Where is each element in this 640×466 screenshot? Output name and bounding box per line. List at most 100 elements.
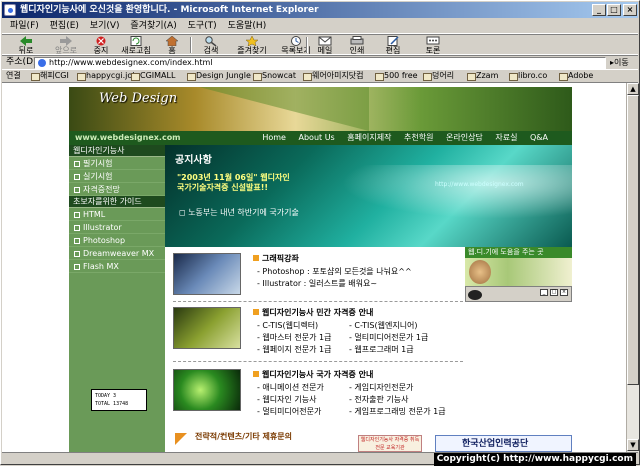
nav-qna[interactable]: Q&A: [530, 133, 548, 142]
link-item[interactable]: 해피CGI: [30, 70, 69, 82]
vertical-scrollbar[interactable]: ▲ ▼: [626, 83, 639, 452]
section-title[interactable]: 웹디자인기능사 국가 자격증 안내: [253, 369, 373, 380]
stop-icon: [94, 36, 108, 46]
search-icon: [204, 36, 218, 47]
toolbar: 뒤로 앞으로 중지 새로고침 홈 검색 즐겨찾기 목록보기 메일 인쇄 편집 토…: [2, 34, 638, 55]
sidebar-category[interactable]: 초보자를위한 가이드: [69, 196, 165, 208]
link-item[interactable]: 500 free: [374, 70, 418, 82]
back-button[interactable]: 뒤로: [6, 35, 46, 55]
sidebar-item[interactable]: Illustrator: [69, 221, 165, 234]
sidebar-category[interactable]: 웹디자인기능사: [69, 145, 165, 157]
sidebar-item[interactable]: Flash MX: [69, 260, 165, 273]
hero-url: http://www.webdesignex.com: [435, 181, 524, 188]
back-icon: [19, 36, 33, 46]
ie-icon: [4, 4, 16, 16]
sidebar-item[interactable]: HTML: [69, 208, 165, 221]
discuss-icon: [426, 36, 440, 46]
visitor-counter: TODAY 3 TOTAL 13748: [91, 389, 147, 411]
menu-file[interactable]: 파일(F): [10, 21, 39, 31]
help-sites-banner[interactable]: [465, 258, 572, 286]
site-sidebar: 웹디자인기능사 필기시험 실기시험 자격증전망 초보자를위한 가이드 HTML …: [69, 145, 165, 452]
menu-help[interactable]: 도움말(H): [228, 21, 267, 31]
notice-body: ◻ 노동부는 내년 하반기에 국가기술: [179, 208, 299, 217]
address-label: 주소(D): [6, 57, 37, 67]
private-cert-thumbnail[interactable]: [173, 307, 241, 349]
help-sites-window[interactable]: _ □ ×: [465, 286, 572, 302]
nav-homepage[interactable]: 홈페이지제작: [347, 133, 391, 142]
minimize-icon[interactable]: _: [540, 289, 548, 296]
maximize-button[interactable]: □: [607, 4, 621, 16]
menu-edit[interactable]: 편집(E): [50, 21, 79, 31]
sidebar-item[interactable]: 실기시험: [69, 170, 165, 183]
sidebar-item[interactable]: 필기시험: [69, 157, 165, 170]
stop-button[interactable]: 중지: [86, 35, 116, 55]
notice-hero[interactable]: 공지사항 "2003년 11월 06일" 웹디자인 국가기술자격증 신설발표!!…: [165, 145, 572, 247]
maximize-icon[interactable]: □: [550, 289, 558, 296]
mail-icon: [318, 36, 332, 46]
partnership-banner[interactable]: 전략적/컨텐츠/기타 제휴문의: [173, 431, 343, 452]
section-title[interactable]: 그래픽강좌: [253, 253, 299, 264]
go-button[interactable]: ▸이동: [610, 56, 629, 69]
discuss-button[interactable]: 토론: [418, 35, 448, 55]
close-button[interactable]: ×: [623, 4, 637, 16]
nav-home[interactable]: Home: [262, 133, 286, 142]
history-icon: [289, 36, 303, 46]
search-button[interactable]: 검색: [196, 35, 226, 55]
print-button[interactable]: 인쇄: [344, 35, 370, 55]
favorites-icon: [245, 35, 259, 47]
scroll-up-button[interactable]: ▲: [627, 83, 639, 95]
link-item[interactable]: 덩어리: [422, 70, 454, 82]
address-input[interactable]: http://www.webdesignex.com/index.html: [34, 57, 606, 69]
mail-button[interactable]: 메일: [312, 35, 338, 55]
favorites-button[interactable]: 즐겨찾기: [230, 35, 274, 55]
link-item[interactable]: 웨어아미지닷컴: [302, 70, 364, 82]
refresh-button[interactable]: 새로고침: [116, 35, 156, 55]
scroll-down-button[interactable]: ▼: [627, 439, 639, 451]
browser-window: 웹디자인기능사에 오신것을 환영합니다. - Microsoft Interne…: [0, 0, 640, 466]
site-logo[interactable]: Web Design: [99, 91, 177, 106]
academy-banner[interactable]: 웹디자인기능사 자격증 취득 전문 교육기관: [358, 435, 422, 452]
national-cert-section: 웹디자인기능사 국가 자격증 안내 - 애니메이션 전문가 - 웹디자인 기능사…: [173, 369, 463, 419]
edit-button[interactable]: 편집: [378, 35, 408, 55]
private-cert-section: 웹디자인기능사 민간 자격증 안내 - C-TIS(웹디렉터) - 웹마스터 전…: [173, 307, 463, 355]
sidebar-item[interactable]: 자격증전망: [69, 183, 165, 196]
link-item[interactable]: Design Jungle: [186, 70, 251, 82]
nav-archive[interactable]: 자료실: [495, 133, 517, 142]
link-item[interactable]: Zzam: [466, 70, 498, 82]
title-bar[interactable]: 웹디자인기능사에 오신것을 환영합니다. - Microsoft Interne…: [2, 2, 638, 18]
menu-tools[interactable]: 도구(T): [188, 21, 217, 31]
home-icon: [165, 35, 179, 47]
graphics-thumbnail[interactable]: [173, 253, 241, 295]
menu-view[interactable]: 보기(V): [90, 21, 120, 31]
links-bar: 연결 해피CGI happycgi.job CGIMALL Design Jun…: [2, 70, 638, 83]
section-title[interactable]: 웹디자인기능사 민간 자격증 안내: [253, 307, 373, 318]
hrdkorea-banner[interactable]: 한국산업인력공단: [435, 435, 572, 452]
link-item[interactable]: libro.co: [508, 70, 547, 82]
forward-icon: [59, 36, 73, 46]
close-icon[interactable]: ×: [560, 289, 568, 296]
window-title: 웹디자인기능사에 오신것을 환영합니다. - Microsoft Interne…: [20, 5, 319, 15]
site-nav: Home About Us 홈페이지제작 추천학원 온라인상담 자료실 Q&A: [252, 131, 548, 145]
edit-icon: [386, 36, 400, 46]
notice-headline: "2003년 11월 06일" 웹디자인 국가기술자격증 신설발표!!: [177, 173, 290, 192]
forward-button[interactable]: 앞으로: [46, 35, 86, 55]
nav-academy[interactable]: 추천학원: [404, 133, 433, 142]
link-item[interactable]: Snowcat: [252, 70, 296, 82]
nav-consult[interactable]: 온라인상담: [446, 133, 483, 142]
bottom-banners: 전략적/컨텐츠/기타 제휴문의 웹디자인기능사 자격증 취득 전문 교육기관 한…: [173, 431, 572, 452]
menu-bar: 파일(F) 편집(E) 보기(V) 즐겨찾기(A) 도구(T) 도움말(H): [2, 18, 638, 34]
menu-favorites[interactable]: 즐겨찾기(A): [130, 21, 176, 31]
address-bar: 주소(D) http://www.webdesignex.com/index.h…: [2, 55, 638, 70]
scroll-thumb[interactable]: [627, 95, 639, 385]
link-item[interactable]: happycgi.job: [76, 70, 137, 82]
page-viewport: Web Design www.webdesignex.com Home Abou…: [2, 83, 626, 452]
national-cert-thumbnail[interactable]: [173, 369, 241, 411]
print-icon: [350, 36, 364, 46]
home-button[interactable]: 홈: [158, 35, 186, 55]
sidebar-item[interactable]: Dreamweaver MX: [69, 247, 165, 260]
link-item[interactable]: CGIMALL: [130, 70, 175, 82]
link-item[interactable]: Adobe: [558, 70, 593, 82]
minimize-button[interactable]: _: [592, 4, 606, 16]
sidebar-item[interactable]: Photoshop: [69, 234, 165, 247]
nav-about[interactable]: About Us: [299, 133, 335, 142]
